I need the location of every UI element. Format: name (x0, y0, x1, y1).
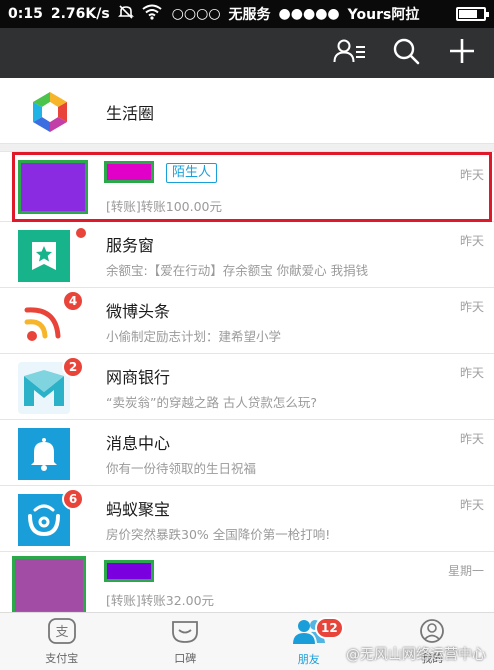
conversation-list: 生活圈 陌生人 [转账]转账100.00元 昨天 服务窗 余额宝:【爱在行动】存… (0, 78, 494, 612)
top-toolbar (0, 28, 494, 78)
friends-unread-badge: 12 (315, 617, 344, 639)
unread-dot (76, 228, 86, 238)
search-button[interactable] (384, 31, 428, 75)
conversation-subtitle: “卖炭翁”的穿越之路 古人贷款怎么玩? (106, 395, 318, 410)
conversation-subtitle: 你有一份待领取的生日祝福 (106, 461, 257, 476)
life-circle-label: 生活圈 (106, 104, 155, 123)
conversation-row-message-center[interactable]: 消息中心 你有一份待领取的生日祝福 昨天 (0, 420, 494, 486)
add-button[interactable] (440, 31, 484, 75)
redacted-name (104, 161, 154, 183)
conversation-title: 服务窗 (106, 236, 155, 255)
tab-label: 口碑 (174, 651, 197, 665)
conversation-row-ant-fortune[interactable]: 6 蚂蚁聚宝 房价突然暴跌30% 全国降价第一枪打响! 昨天 (0, 486, 494, 552)
unread-badge: 6 (62, 488, 84, 510)
tab-label: 支付宝 (45, 651, 79, 665)
conversation-row-stranger[interactable]: 陌生人 [转账]转账100.00元 昨天 (0, 152, 494, 222)
wifi-icon (142, 4, 162, 24)
status-speed: 2.76K/s (50, 6, 110, 22)
redacted-name (104, 560, 154, 582)
conversation-subtitle: [转账]转账100.00元 (106, 199, 222, 214)
life-circle-row[interactable]: 生活圈 (0, 78, 494, 144)
avatar (12, 556, 86, 612)
conversation-time: 昨天 (459, 300, 484, 314)
search-icon (392, 37, 420, 69)
signal-strength-right: ●●●●● (278, 6, 340, 22)
conversation-row-mybank[interactable]: 2 网商银行 “卖炭翁”的穿越之路 古人贷款怎么玩? 昨天 (0, 354, 494, 420)
conversation-row-transfer[interactable]: [转账]转账32.00元 星期一 (0, 552, 494, 612)
unread-badge: 2 (62, 356, 84, 378)
bottom-tab-bar: 支 支付宝 口碑 朋友 12 我的 @无风山网络运营中心 (0, 612, 494, 670)
conversation-time: 昨天 (459, 168, 484, 182)
status-time: 0:15 (8, 6, 43, 22)
conversation-subtitle: [转账]转账32.00元 (106, 593, 215, 608)
life-circle-icon (26, 88, 74, 136)
unread-badge: 4 (62, 290, 84, 312)
avatar (18, 160, 88, 214)
conversation-time: 昨天 (459, 234, 484, 248)
bell-icon (18, 428, 70, 480)
mute-icon (117, 4, 134, 24)
battery-icon (456, 7, 489, 21)
conversation-time: 昨天 (459, 432, 484, 446)
conversation-row-weibo[interactable]: 4 微博头条 小偷制定励志计划：建希望小学 昨天 (0, 288, 494, 354)
svg-text:支: 支 (55, 625, 68, 640)
watermark: @无风山网络运营中心 (346, 647, 486, 663)
conversation-subtitle: 余额宝:【爱在行动】存余额宝 你献爱心 我捐钱 (106, 263, 369, 278)
alipay-icon: 支 (47, 617, 77, 648)
conversation-title: 消息中心 (106, 434, 171, 453)
carrier-left: 无服务 (228, 7, 271, 23)
conversation-row-service-window[interactable]: 服务窗 余额宝:【爱在行动】存余额宝 你献爱心 我捐钱 昨天 (0, 222, 494, 288)
conversation-subtitle: 房价突然暴跌30% 全国降价第一枪打响! (106, 527, 331, 542)
tab-koubei[interactable]: 口碑 (124, 613, 248, 670)
tab-alipay[interactable]: 支 支付宝 (0, 613, 124, 670)
carrier-right: Yours阿拉 (347, 7, 420, 23)
me-icon (417, 618, 447, 648)
signal-strength-left: ○○○○ (171, 6, 221, 22)
conversation-title: 微博头条 (106, 302, 171, 321)
app-screen: 0:15 2.76K/s ○○○○ 无服务 ●●●●● Yours阿拉 生活圈 … (0, 0, 494, 670)
conversation-time: 昨天 (459, 366, 484, 380)
conversation-title: 网商银行 (106, 368, 171, 387)
section-divider (0, 144, 494, 152)
service-window-icon (18, 230, 70, 282)
conversation-time: 昨天 (459, 498, 484, 512)
tab-label: 朋友 (297, 652, 320, 666)
contacts-button[interactable] (328, 31, 372, 75)
status-bar: 0:15 2.76K/s ○○○○ 无服务 ●●●●● Yours阿拉 (0, 0, 494, 28)
contacts-icon (333, 38, 367, 68)
conversation-title: 蚂蚁聚宝 (106, 500, 171, 519)
conversation-time: 星期一 (447, 564, 484, 578)
plus-icon (448, 37, 476, 69)
koubei-icon (170, 618, 200, 648)
stranger-tag: 陌生人 (166, 163, 218, 183)
conversation-subtitle: 小偷制定励志计划：建希望小学 (106, 329, 282, 344)
